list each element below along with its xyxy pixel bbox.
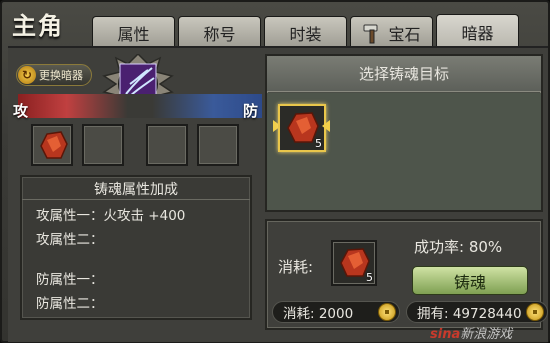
defense-attribute-2: 防属性二：	[36, 296, 104, 312]
defense-label: 防	[243, 102, 259, 120]
defense-attribute-1: 防属性一：	[36, 272, 104, 288]
target-item-slot[interactable]: 5	[278, 104, 326, 152]
defense-slot-1[interactable]	[146, 124, 188, 166]
page-title: 主角	[12, 12, 64, 40]
fire-gem-icon	[40, 131, 68, 159]
target-select-panel: 选择铸魂目标 5	[265, 54, 543, 212]
attack-slot-2[interactable]	[82, 124, 124, 166]
item-count: 5	[366, 271, 373, 284]
divider	[22, 199, 250, 200]
game-window: 主角 属性 称号 时装 宝石 暗器 ↻ 更换暗器 攻 防 铸魂属性加成 攻属性一…	[0, 0, 550, 343]
success-rate: 成功率: 80%	[414, 238, 503, 256]
cost-label: 消耗:	[278, 258, 314, 276]
hammer-icon	[363, 24, 378, 43]
watermark: sina新浪游戏	[430, 327, 513, 342]
arrow-left-icon	[322, 120, 330, 132]
swap-weapon-button[interactable]: ↻ 更换暗器	[16, 64, 92, 86]
panel-title: 铸魂属性加成	[94, 182, 178, 198]
forge-button[interactable]: 铸魂	[412, 266, 528, 295]
defense-slot-2[interactable]	[197, 124, 239, 166]
target-title: 选择铸魂目标	[267, 56, 541, 92]
tab-hidden-weapon[interactable]: 暗器	[436, 14, 519, 48]
tab-fashion[interactable]: 时装	[264, 16, 347, 48]
tab-bar: 属性 称号 时装 宝石 暗器	[92, 14, 519, 48]
cost-item-slot: 5	[331, 240, 377, 286]
tab-gems[interactable]: 宝石	[350, 16, 433, 48]
attack-slot-1[interactable]	[31, 124, 73, 166]
attack-attribute-1: 攻属性一：火攻击 +400	[36, 208, 186, 224]
tab-attributes[interactable]: 属性	[92, 16, 175, 48]
tab-titles[interactable]: 称号	[178, 16, 261, 48]
refresh-icon: ↻	[18, 66, 36, 84]
item-count: 5	[315, 137, 322, 150]
gold-coin-icon	[526, 303, 544, 321]
gold-coin-icon	[378, 303, 396, 321]
attack-label: 攻	[13, 102, 29, 120]
forge-attributes-panel: 铸魂属性加成 攻属性一：火攻击 +400 攻属性二： 防属性一： 防属性二：	[20, 175, 252, 320]
attack-attribute-2: 攻属性二：	[36, 232, 104, 248]
attack-defense-banner	[18, 94, 262, 118]
